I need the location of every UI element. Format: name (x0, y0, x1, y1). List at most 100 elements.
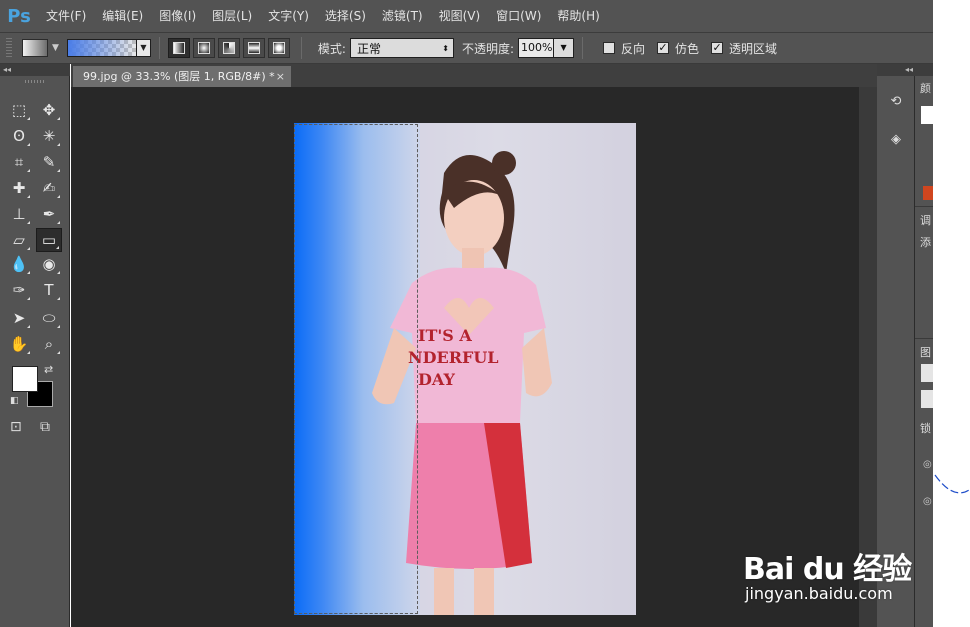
dither-checkbox[interactable]: ✓ 仿色 (657, 40, 699, 57)
baidu-jingyan-watermark: Bai du 经验 jingyan.baidu.com (743, 520, 923, 610)
linear-gradient-button[interactable] (167, 38, 190, 58)
gradient-preview[interactable] (66, 39, 137, 57)
transparency-label: 透明区域 (729, 41, 778, 56)
angle-gradient-button[interactable] (217, 38, 240, 58)
swap-colors-icon[interactable]: ⇄ (44, 363, 53, 376)
color-ramp[interactable] (923, 186, 933, 200)
crop-tool-button[interactable]: ⌗ (6, 150, 32, 174)
crop-tool-icon: ⌗ (14, 153, 24, 171)
tool-flyout-indicator (57, 271, 60, 274)
menu-filter[interactable]: 滤镜(T) (374, 0, 431, 32)
eyedropper-tool-button[interactable]: ✎ (36, 150, 62, 174)
path-selection-tool-icon: ➤ (12, 309, 26, 327)
marquee-tool-button[interactable]: ⬚ (6, 98, 32, 122)
tool-flyout-indicator (57, 351, 60, 354)
shirt-text-line-3: DAY (418, 370, 455, 389)
magic-wand-tool-button[interactable]: ✳ (36, 124, 62, 148)
brush-tool-button[interactable]: ✍ (36, 176, 62, 200)
layer-blend-field[interactable] (921, 390, 933, 408)
shirt-text-line-1: IT'S A (418, 326, 472, 345)
tool-preset-picker[interactable] (22, 39, 48, 57)
healing-brush-tool-button[interactable]: ✚ (6, 176, 32, 200)
move-tool-icon: ✥ (42, 101, 56, 119)
lasso-tool-icon: ʘ (13, 127, 25, 145)
document-tab-title: 99.jpg @ 33.3% (图层 1, RGB/8#) * (83, 70, 275, 83)
toolbar-collapse-button[interactable]: ◂◂ (0, 64, 70, 76)
mode-select[interactable]: 正常 ⬍ (349, 38, 454, 58)
screen-mode-icon[interactable]: ⧉ (40, 419, 50, 435)
tool-flyout-indicator (27, 221, 30, 224)
color-swatch[interactable] (921, 106, 933, 124)
3d-panel-icon[interactable]: ◈ (884, 128, 908, 150)
menu-type[interactable]: 文字(Y) (260, 0, 317, 32)
tool-flyout-indicator (27, 351, 30, 354)
chevron-down-icon[interactable]: ▼ (52, 43, 59, 53)
menu-file[interactable]: 文件(F) (38, 0, 94, 32)
clone-stamp-tool-button[interactable]: ⊥ (6, 202, 32, 226)
menu-select[interactable]: 选择(S) (317, 0, 374, 32)
menu-help[interactable]: 帮助(H) (549, 0, 607, 32)
dither-checkbox-box[interactable]: ✓ (657, 42, 670, 54)
panel-tab-color[interactable]: 颜 (920, 80, 931, 96)
reverse-checkbox-box[interactable] (603, 42, 616, 54)
default-colors-icon[interactable]: ◧ (10, 396, 19, 406)
eye-icon[interactable]: ◎ (923, 459, 932, 470)
ellipse-tool-button[interactable]: ⬭ (36, 306, 62, 330)
menu-window[interactable]: 窗口(W) (488, 0, 549, 32)
reverse-checkbox[interactable]: 反向 (603, 40, 645, 57)
pen-tool-button[interactable]: ✑ (6, 278, 32, 302)
tool-flyout-indicator (27, 325, 30, 328)
menu-image[interactable]: 图像(I) (151, 0, 204, 32)
lasso-tool-button[interactable]: ʘ (6, 124, 32, 148)
angle-gradient-icon (222, 42, 235, 54)
tool-flyout-indicator (57, 195, 60, 198)
close-icon[interactable]: × (276, 66, 285, 87)
gradient-dropdown-button[interactable]: ▼ (136, 39, 151, 57)
document-tab[interactable]: 99.jpg @ 33.3% (图层 1, RGB/8#) * × (73, 66, 291, 87)
menu-view[interactable]: 视图(V) (431, 0, 489, 32)
blur-tool-button[interactable]: 💧 (6, 252, 32, 276)
hand-tool-button[interactable]: ✋ (6, 332, 32, 356)
history-brush-tool-icon: ✒ (42, 205, 56, 223)
opacity-label: 不透明度: (461, 41, 515, 56)
panel-tab-layers[interactable]: 图 (920, 344, 931, 360)
eraser-tool-button[interactable]: ▱ (6, 228, 32, 252)
gradient-tool-button[interactable]: ▭ (36, 228, 62, 252)
tool-flyout-indicator (27, 169, 30, 172)
opacity-dropdown-button[interactable]: ▼ (554, 38, 575, 58)
opacity-input[interactable]: 100% (518, 38, 555, 58)
reflected-gradient-icon (247, 42, 260, 54)
tool-flyout-indicator (27, 247, 30, 250)
document-canvas[interactable]: IT'S A NDERFUL DAY (294, 123, 636, 615)
path-selection-tool-button[interactable]: ➤ (6, 306, 32, 330)
divider (915, 206, 933, 207)
history-panel-icon[interactable]: ⟲ (884, 90, 908, 112)
divider (915, 338, 933, 339)
diamond-gradient-button[interactable] (267, 38, 290, 58)
toolbar-grip[interactable] (24, 80, 45, 83)
radial-gradient-button[interactable] (192, 38, 215, 58)
move-tool-button[interactable]: ✥ (36, 98, 62, 122)
text-tool-button[interactable]: T (36, 278, 62, 302)
history-brush-tool-button[interactable]: ✒ (36, 202, 62, 226)
panel-collapse-button[interactable]: ◂◂ (877, 64, 933, 76)
transparency-checkbox-box[interactable]: ✓ (711, 42, 724, 54)
dodge-tool-button[interactable]: ◉ (36, 252, 62, 276)
eye-icon[interactable]: ◎ (923, 496, 932, 507)
eyedropper-tool-icon: ✎ (42, 153, 56, 171)
watermark-url: jingyan.baidu.com (745, 584, 893, 603)
tool-flyout-indicator (57, 117, 60, 120)
reflected-gradient-button[interactable] (242, 38, 265, 58)
tool-flyout-indicator (57, 169, 60, 172)
quick-mask-icon[interactable]: ⊡ (10, 419, 22, 435)
tool-flyout-indicator (27, 271, 30, 274)
panel-tab-adjustments[interactable]: 调 (920, 212, 931, 228)
transparency-checkbox[interactable]: ✓ 透明区域 (711, 40, 777, 57)
zoom-tool-button[interactable]: ⌕ (36, 332, 62, 356)
layer-filter-field[interactable] (921, 364, 933, 382)
foreground-color-swatch[interactable] (12, 366, 38, 392)
menu-edit[interactable]: 编辑(E) (94, 0, 151, 32)
menu-layer[interactable]: 图层(L) (204, 0, 260, 32)
document-tab-bar: 99.jpg @ 33.3% (图层 1, RGB/8#) * × (71, 64, 877, 87)
options-grip[interactable] (6, 38, 12, 58)
